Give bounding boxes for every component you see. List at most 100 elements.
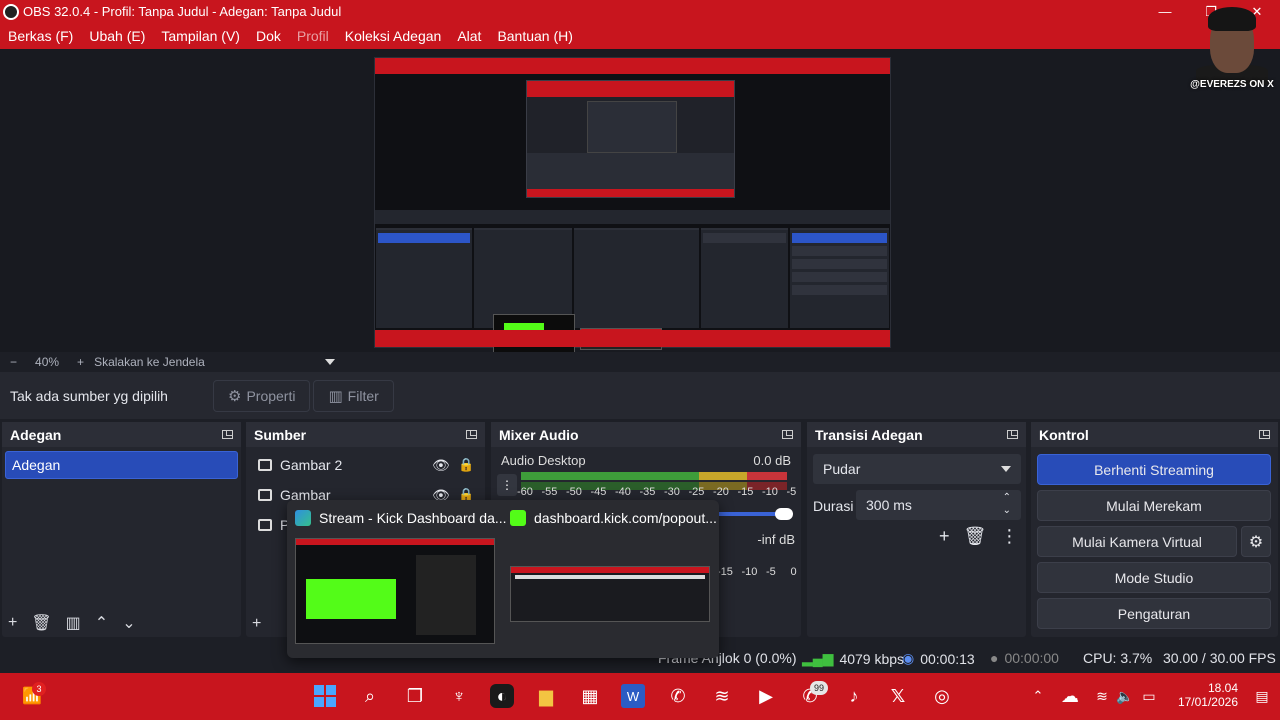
start-recording-button[interactable]: Mulai Merekam	[1037, 490, 1271, 521]
onedrive-icon[interactable]: ☁	[1058, 684, 1082, 708]
transition-menu-icon[interactable]: ⋮	[1000, 526, 1018, 547]
preview-nested-titlebar	[375, 58, 890, 66]
game-icon[interactable]: ♆	[447, 684, 471, 708]
filters-button[interactable]: ▥ Filter	[313, 379, 394, 412]
volume-slider-handle[interactable]	[775, 508, 793, 520]
menu-view[interactable]: Tampilan (V)	[153, 28, 248, 44]
mixer-menu-icon[interactable]: ⋮	[497, 474, 517, 496]
mixer-scale-2: -15 -10 -5 0	[717, 566, 797, 578]
studio-mode-button[interactable]: Mode Studio	[1037, 562, 1271, 593]
add-scene-icon[interactable]: +	[8, 614, 17, 632]
battery-icon[interactable]: ▭	[1137, 684, 1161, 708]
preview-nested-menubar	[375, 66, 890, 74]
preview-nested-docks	[375, 228, 890, 328]
tiktok-icon[interactable]: ♪	[842, 684, 866, 708]
add-source-icon[interactable]: +	[252, 615, 261, 633]
obs-app-icon	[3, 3, 19, 20]
bitrate-status: ▂▄▆ 4079 kbps	[802, 650, 904, 667]
preview-nested-zoombar	[375, 200, 890, 208]
stream-time: ◉ 00:00:13	[902, 650, 975, 667]
zoom-in-button[interactable]: +	[77, 355, 84, 369]
menu-docks[interactable]: Dok	[248, 28, 289, 44]
zoom-out-button[interactable]: −	[10, 355, 17, 369]
undock-icon[interactable]	[782, 430, 793, 439]
undock-icon[interactable]	[1007, 430, 1018, 439]
spotify-icon[interactable]: ≋	[710, 684, 734, 708]
window-thumbnail-2[interactable]	[510, 566, 710, 622]
stop-streaming-button[interactable]: Berhenti Streaming	[1037, 454, 1271, 485]
transition-select[interactable]: Pudar	[813, 454, 1021, 484]
remove-scene-icon[interactable]: 🗑	[31, 613, 51, 633]
taskbar-preview-popup: Stream - Kick Dashboard da... dashboard.…	[287, 500, 719, 658]
duration-value: 300 ms	[866, 497, 912, 513]
menu-file[interactable]: Berkas (F)	[0, 28, 81, 44]
move-up-icon[interactable]: ⌃	[95, 613, 108, 633]
eye-icon[interactable]: 👁	[432, 457, 450, 474]
clock-date: 17/01/2026	[1177, 695, 1238, 709]
menu-profile[interactable]: Profil	[289, 28, 337, 44]
record-icon: ●	[990, 650, 999, 666]
start-icon[interactable]	[313, 684, 337, 708]
widgets-badge: 3	[32, 682, 46, 696]
remove-transition-icon[interactable]: 🗑	[964, 526, 987, 547]
bitrate-value: 4079 kbps	[839, 650, 905, 667]
signal-bars-icon: ▂▄▆	[802, 650, 834, 666]
zoom-dropdown-icon[interactable]	[324, 359, 335, 365]
duration-stepper[interactable]: ⌃ ⌄	[1003, 491, 1011, 517]
task-view-icon[interactable]: ❐	[403, 684, 427, 708]
chevron-down-icon	[1001, 466, 1011, 472]
source-toolbar: Tak ada sumber yg dipilih ⚙ Properti ▥ F…	[0, 372, 1280, 419]
properties-label: Properti	[246, 387, 296, 404]
lock-icon[interactable]: 🔒	[458, 457, 474, 473]
menu-edit[interactable]: Ubah (E)	[81, 28, 153, 44]
window-thumbnail-1[interactable]	[295, 538, 495, 644]
preview-canvas[interactable]	[374, 57, 891, 358]
chevron-up-icon[interactable]: ⌃	[1026, 684, 1050, 708]
cpu-usage: CPU: 3.7%	[1083, 650, 1153, 666]
notification-icon[interactable]: ▤	[1250, 684, 1274, 708]
edge-icon	[295, 510, 311, 526]
gear-icon: ⚙	[228, 387, 242, 405]
volume-icon[interactable]: 🔈	[1113, 684, 1137, 708]
record-time-value: 00:00:00	[1004, 650, 1059, 666]
youtube-icon[interactable]: ▶	[754, 684, 778, 708]
menu-tools[interactable]: Alat	[449, 28, 489, 44]
undock-icon[interactable]	[466, 430, 477, 439]
add-transition-icon[interactable]: +	[939, 526, 950, 547]
zoom-value: 40%	[35, 355, 60, 369]
settings-button[interactable]: Pengaturan	[1037, 598, 1271, 629]
menu-bar: Berkas (F) Ubah (E) Tampilan (V) Dok Pro…	[0, 23, 1280, 49]
scene-filter-icon[interactable]: ▥	[66, 613, 81, 633]
edge-icon[interactable]: ◐	[490, 684, 514, 708]
folder-icon[interactable]: ▆	[534, 684, 558, 708]
zoom-mode[interactable]: Skalakan ke Jendela	[94, 355, 205, 369]
virtual-camera-settings-icon[interactable]: ⚙	[1241, 526, 1271, 557]
whatsapp-icon[interactable]: ✆	[666, 684, 690, 708]
undock-icon[interactable]	[222, 430, 233, 439]
store-icon[interactable]: ▦	[578, 684, 602, 708]
x-icon[interactable]: 𝕏	[886, 684, 910, 708]
scenes-title: Adegan	[10, 426, 62, 443]
filter-icon: ▥	[328, 387, 343, 405]
controls-dock: Kontrol Berhenti Streaming Mulai Merekam…	[1031, 422, 1278, 637]
search-icon[interactable]: ⌕	[358, 684, 382, 708]
start-virtual-camera-button[interactable]: Mulai Kamera Virtual	[1037, 526, 1237, 557]
taskbar-clock[interactable]: 18.04 17/01/2026	[1172, 681, 1238, 709]
controls-title: Kontrol	[1039, 426, 1089, 443]
wifi-icon[interactable]: ≋	[1090, 684, 1114, 708]
properties-button[interactable]: ⚙ Properti	[213, 379, 311, 412]
duration-field[interactable]: 300 ms ⌃ ⌄	[856, 490, 1021, 520]
display-icon	[258, 519, 272, 531]
minimize-button[interactable]: —	[1142, 0, 1188, 23]
window-preview-title-2[interactable]: dashboard.kick.com/popout...	[510, 510, 717, 526]
obs-icon[interactable]: ◎	[930, 684, 954, 708]
scene-item[interactable]: Adegan	[5, 451, 238, 479]
source-item[interactable]: Gambar 2 👁 🔒	[246, 450, 485, 480]
window-preview-title-1[interactable]: Stream - Kick Dashboard da...	[295, 510, 507, 526]
word-icon[interactable]: W	[621, 684, 645, 708]
move-down-icon[interactable]: ⌄	[122, 613, 135, 633]
undock-icon[interactable]	[1259, 430, 1270, 439]
transitions-dock: Transisi Adegan Pudar Durasi 300 ms ⌃ ⌄ +…	[807, 422, 1026, 637]
menu-scene-collection[interactable]: Koleksi Adegan	[337, 28, 450, 44]
menu-help[interactable]: Bantuan (H)	[489, 28, 580, 44]
